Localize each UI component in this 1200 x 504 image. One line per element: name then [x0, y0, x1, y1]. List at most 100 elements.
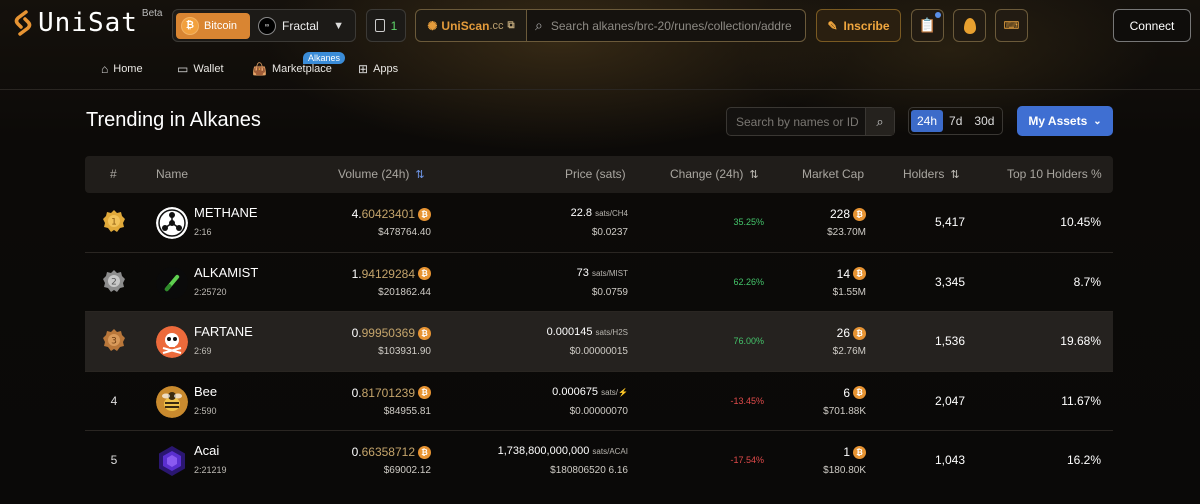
period-24h[interactable]: 24h	[911, 110, 944, 132]
price-usd: $0.0759	[591, 286, 628, 298]
nav-home-label: Home	[113, 63, 143, 75]
code-monitor-icon: ⌨	[1003, 20, 1020, 32]
col-holders[interactable]: Holders ⇅	[903, 167, 960, 181]
alkanes-badge: Alkanes	[303, 52, 346, 64]
change-value: 76.00%	[733, 336, 764, 346]
col-top10: Top 10 Holders %	[1007, 167, 1102, 181]
avatar	[156, 326, 188, 358]
table-row[interactable]: 4 Bee 2:590 0. 81701239 ₿ $84955.81 0.0006…	[85, 372, 1113, 431]
market-cap-usd: $2.76M	[832, 346, 866, 357]
price-sats: 22.8 sats/CH4	[571, 207, 628, 219]
table-row[interactable]: 2 ALKAMIST 2:25720 1. 94129284 ₿ $201862.4…	[85, 253, 1113, 312]
volume-btc: 4. 60423401 ₿	[352, 207, 431, 221]
trending-table: # Name Volume (24h) ⇅ Price (sats) Chang…	[85, 156, 1113, 491]
bitcoin-icon: ₿	[418, 267, 431, 280]
col-change-label: Change (24h)	[670, 167, 744, 181]
col-change[interactable]: Change (24h) ⇅	[670, 167, 759, 181]
period-7d[interactable]: 7d	[943, 110, 968, 132]
holders-count: 1,043	[934, 453, 965, 467]
volume-dec: 81701239	[361, 385, 415, 400]
gas-fee-button[interactable]: 1	[366, 9, 406, 42]
drop-button[interactable]	[953, 9, 986, 42]
col-volume-label: Volume (24h)	[338, 167, 410, 181]
token-search[interactable]: ⌕	[726, 107, 895, 136]
nav-apps-label: Apps	[373, 63, 399, 75]
bronze-medal-icon: 3	[103, 329, 125, 351]
token-name: Bee	[194, 383, 218, 399]
market-cap-value: 14	[836, 266, 850, 281]
nav-apps[interactable]: ⊞ Apps	[358, 62, 398, 76]
price-usd: $0.00000070	[569, 405, 628, 417]
inscribe-button[interactable]: ✎ Inscribe	[816, 9, 901, 42]
token-name: FARTANE	[194, 324, 253, 339]
token-search-input[interactable]	[727, 108, 865, 135]
uniscan-link[interactable]: ✺ UniScan .cc ⧉	[415, 9, 527, 42]
token-id: 2:590	[194, 405, 217, 416]
token-name: ALKAMIST	[194, 264, 259, 280]
volume-int: 0.	[351, 385, 362, 400]
avatar	[156, 207, 188, 239]
volume-dec: 99950369	[361, 326, 415, 340]
global-search[interactable]: ⌕	[527, 9, 806, 42]
col-rank: #	[110, 167, 117, 181]
market-cap-value: 1	[843, 445, 850, 459]
volume-btc: 0. 66358712 ₿	[352, 445, 431, 459]
col-holders-label: Holders	[903, 167, 945, 181]
volume-btc: 0. 99950369 ₿	[352, 326, 431, 340]
bitcoin-icon: ₿	[853, 207, 866, 221]
price-unit: sats/CH4	[595, 209, 628, 218]
brand-name: UniSat	[38, 8, 138, 38]
token-id: 2:16	[194, 227, 212, 237]
gas-fee-value: 1	[390, 18, 398, 33]
nav-marketplace[interactable]: 👜 Marketplace	[252, 62, 332, 76]
global-search-input[interactable]	[550, 18, 791, 33]
sort-icon: ⇅	[950, 168, 960, 181]
unisat-logo[interactable]: UniSat Beta	[12, 8, 163, 38]
clipboard-button[interactable]: 📋	[911, 9, 944, 42]
holders-count: 1,536	[934, 334, 965, 348]
token-search-button[interactable]: ⌕	[865, 108, 894, 135]
sort-icon: ⇅	[415, 168, 425, 181]
col-price: Price (sats)	[565, 167, 626, 181]
change-value: 35.25%	[733, 217, 764, 227]
volume-int: 0.	[351, 326, 362, 340]
col-volume[interactable]: Volume (24h) ⇅	[338, 167, 425, 181]
market-cap-usd: $1.55M	[832, 286, 866, 298]
chain-bitcoin-button[interactable]: ₿ Bitcoin	[176, 12, 250, 39]
period-toggle: 24h 7d 30d	[908, 107, 1003, 135]
chevron-down-icon[interactable]: ▼	[333, 20, 344, 32]
nav-wallet[interactable]: ▭ Wallet	[177, 62, 224, 76]
gold-medal-icon: 1	[103, 210, 125, 232]
token-name: Acai	[194, 443, 220, 458]
volume-int: 4.	[351, 207, 362, 221]
developer-button[interactable]: ⌨	[995, 9, 1028, 42]
search-icon: ⌕	[535, 17, 543, 33]
price-value: 0.000145	[546, 326, 593, 338]
gas-pump-icon	[374, 19, 385, 32]
top10-percent: 19.68%	[1060, 334, 1101, 348]
page-title: Trending in Alkanes	[86, 109, 261, 131]
change-value: -17.54%	[730, 455, 764, 465]
connect-button[interactable]: Connect	[1113, 9, 1191, 42]
inscribe-label: Inscribe	[843, 18, 890, 33]
nav-marketplace-label: Marketplace	[271, 63, 332, 75]
chain-switcher[interactable]: ₿ Bitcoin ∞ Fractal ▼	[172, 9, 356, 42]
price-sats: 0.000145 sats/H2S	[547, 326, 628, 338]
chain-fractal-button[interactable]: ∞ Fractal	[258, 16, 319, 35]
table-row[interactable]: 5 Acai 2:21219 0. 66358712 ₿ $69002.12 1,7…	[85, 431, 1113, 491]
table-row[interactable]: 1 METHANE 2:16 4. 60423401 ₿ $478764.40 22…	[85, 193, 1113, 253]
market-cap-value: 228	[829, 207, 850, 221]
price-value: 22.8	[570, 207, 593, 219]
bitcoin-icon: ₿	[853, 326, 866, 340]
my-assets-button[interactable]: My Assets ⌄	[1017, 106, 1113, 136]
change-value: 62.26%	[733, 276, 764, 287]
bitcoin-icon: ₿	[853, 445, 866, 459]
volume-dec: 60423401	[361, 207, 415, 221]
table-row[interactable]: 3 FARTANE 2:69 0. 99950369 ₿ $103931.90 0.…	[85, 312, 1113, 372]
wallet-icon: ▭	[177, 62, 189, 76]
holders-count: 3,345	[934, 274, 965, 289]
volume-usd: $103931.90	[378, 346, 431, 357]
nav-home[interactable]: ⌂ Home	[101, 62, 143, 76]
top10-percent: 8.7%	[1073, 274, 1101, 289]
period-30d[interactable]: 30d	[968, 110, 1000, 132]
